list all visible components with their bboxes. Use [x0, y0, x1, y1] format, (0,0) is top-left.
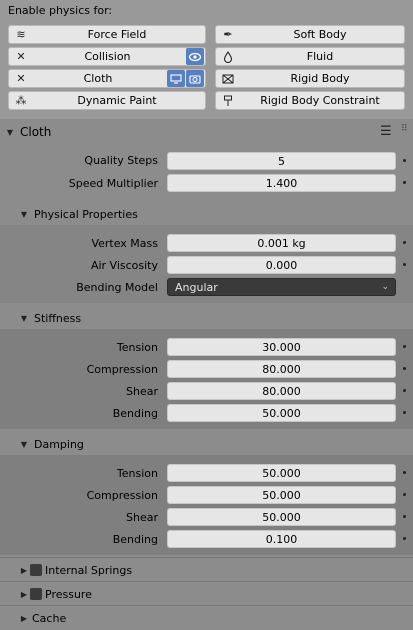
air-viscosity-field[interactable]: 0.000: [167, 256, 396, 274]
damping-shear-label: Shear: [126, 511, 158, 524]
keyframe-dot-icon[interactable]: [403, 389, 406, 392]
stiffness-compression-label: Compression: [86, 363, 158, 376]
keyframe-dot-icon[interactable]: [403, 471, 406, 474]
damping-tension-field[interactable]: 50.000: [167, 464, 396, 482]
remove-cloth-icon[interactable]: ✕: [13, 71, 29, 87]
force-field-icon: ≋: [16, 28, 26, 41]
rigid-body-button[interactable]: Rigid Body: [215, 69, 405, 88]
render-camera-icon[interactable]: [186, 70, 204, 87]
damping-compression-label: Compression: [86, 489, 158, 502]
stiffness-header[interactable]: ▼ Stiffness: [0, 308, 413, 328]
damping-compression-field[interactable]: 50.000: [167, 486, 396, 504]
speed-multiplier-label: Speed Multiplier: [68, 177, 158, 190]
drag-handle-icon[interactable]: ⠿: [401, 124, 408, 134]
damping-bending-label: Bending: [112, 533, 158, 546]
speed-multiplier-field[interactable]: 1.400: [167, 174, 396, 192]
stiffness-tension-label: Tension: [116, 341, 158, 354]
bending-model-label: Bending Model: [76, 281, 158, 294]
list-menu-icon[interactable]: ☰: [380, 124, 392, 139]
stiffness-shear-field[interactable]: 80.000: [167, 382, 396, 400]
damping-shear-field[interactable]: 50.000: [167, 508, 396, 526]
vertex-mass-label: Vertex Mass: [91, 237, 158, 250]
divider: [0, 605, 413, 606]
rigid-body-constraint-button[interactable]: Rigid Body Constraint: [215, 91, 405, 110]
chevron-down-icon: ⌄: [381, 282, 389, 292]
dynamic-paint-button[interactable]: ⁂ Dynamic Paint: [8, 91, 206, 110]
soft-body-icon: ✒: [223, 28, 233, 41]
fluid-button[interactable]: Fluid: [215, 47, 405, 66]
keyframe-dot-icon[interactable]: [403, 263, 406, 266]
remove-collision-icon[interactable]: ✕: [13, 49, 29, 65]
viewport-monitor-icon[interactable]: [167, 70, 185, 87]
air-viscosity-label: Air Viscosity: [90, 259, 158, 272]
quality-steps-label: Quality Steps: [84, 154, 158, 167]
constraint-icon: [220, 93, 236, 109]
quality-steps-field[interactable]: 5: [167, 152, 396, 170]
divider: [0, 557, 413, 558]
keyframe-dot-icon[interactable]: [403, 493, 406, 496]
internal-springs-checkbox[interactable]: [30, 564, 42, 576]
enable-physics-label: Enable physics for:: [8, 4, 113, 17]
stiffness-compression-field[interactable]: 80.000: [167, 360, 396, 378]
expand-triangle-icon: ▼: [6, 127, 14, 137]
soft-body-button[interactable]: ✒ Soft Body: [215, 25, 405, 44]
cloth-button[interactable]: ✕ Cloth: [8, 69, 206, 88]
stiffness-bending-label: Bending: [112, 407, 158, 420]
keyframe-dot-icon[interactable]: [403, 367, 406, 370]
keyframe-dot-icon[interactable]: [403, 515, 406, 518]
cache-header[interactable]: ▶ Cache: [0, 608, 413, 628]
keyframe-dot-icon[interactable]: [403, 159, 406, 162]
vertex-mass-field[interactable]: 0.001 kg: [167, 234, 396, 252]
collapsed-triangle-icon: ▶: [20, 589, 28, 599]
bending-model-select[interactable]: Angular ⌄: [167, 278, 396, 296]
divider: [0, 581, 413, 582]
cloth-panel-header[interactable]: ▼ Cloth: [0, 122, 413, 142]
dynamic-paint-icon: ⁂: [15, 94, 27, 107]
stiffness-shear-label: Shear: [126, 385, 158, 398]
pressure-checkbox[interactable]: [30, 588, 42, 600]
internal-springs-header[interactable]: ▶ Internal Springs: [0, 560, 413, 580]
fluid-drop-icon: [220, 49, 236, 65]
visibility-eye-icon[interactable]: [186, 48, 204, 65]
stiffness-tension-field[interactable]: 30.000: [167, 338, 396, 356]
keyframe-dot-icon[interactable]: [403, 241, 406, 244]
expand-triangle-icon: ▼: [20, 209, 28, 219]
damping-tension-label: Tension: [116, 467, 158, 480]
expand-triangle-icon: ▼: [20, 313, 28, 323]
keyframe-dot-icon[interactable]: [403, 345, 406, 348]
expand-triangle-icon: ▼: [20, 439, 28, 449]
rigid-body-icon: [220, 71, 236, 87]
pressure-header[interactable]: ▶ Pressure: [0, 584, 413, 604]
collapsed-triangle-icon: ▶: [20, 565, 28, 575]
keyframe-dot-icon[interactable]: [403, 411, 406, 414]
damping-bending-field[interactable]: 0.100: [167, 530, 396, 548]
stiffness-bending-field[interactable]: 50.000: [167, 404, 396, 422]
collision-button[interactable]: ✕ Collision: [8, 47, 206, 66]
collapsed-triangle-icon: ▶: [20, 613, 28, 623]
force-field-button[interactable]: ≋ Force Field: [8, 25, 206, 44]
damping-header[interactable]: ▼ Damping: [0, 434, 413, 454]
keyframe-dot-icon[interactable]: [403, 181, 406, 184]
keyframe-dot-icon[interactable]: [403, 537, 406, 540]
physical-properties-header[interactable]: ▼ Physical Properties: [0, 204, 413, 224]
